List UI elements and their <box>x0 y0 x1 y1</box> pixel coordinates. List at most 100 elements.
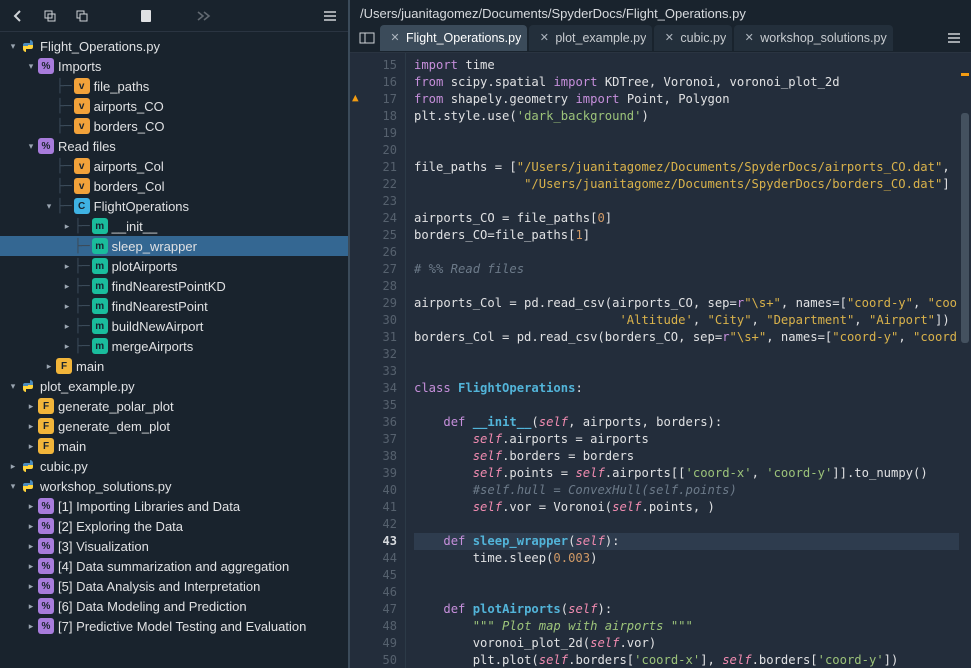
outline-item[interactable]: ▾ workshop_solutions.py <box>0 476 348 496</box>
chevron-right-icon[interactable]: ▸ <box>24 519 38 533</box>
code-line[interactable]: from scipy.spatial import KDTree, Vorono… <box>414 74 959 91</box>
collapse-icon[interactable] <box>68 4 96 28</box>
outline-item[interactable]: ▸├─mplotAirports <box>0 256 348 276</box>
code-line[interactable]: import time <box>414 57 959 74</box>
code-line[interactable]: plt.style.use('dark_background') <box>414 108 959 125</box>
outline-item[interactable]: ▸Fgenerate_dem_plot <box>0 416 348 436</box>
chevron-down-icon[interactable]: ▾ <box>6 479 20 493</box>
scrollbar[interactable] <box>959 53 971 668</box>
tabbar-menu-icon[interactable] <box>941 26 967 50</box>
code-line[interactable]: def plotAirports(self): <box>414 601 959 618</box>
outline-item[interactable]: ├─vfile_paths <box>0 76 348 96</box>
outline-item[interactable]: ▸Fmain <box>0 356 348 376</box>
code-line[interactable]: time.sleep(0.003) <box>414 550 959 567</box>
chevron-right-icon[interactable]: ▸ <box>60 299 74 313</box>
code-line[interactable] <box>414 346 959 363</box>
code-line[interactable] <box>414 363 959 380</box>
code-line[interactable] <box>414 142 959 159</box>
outline-item[interactable]: ▾├─CFlightOperations <box>0 196 348 216</box>
back-icon[interactable] <box>4 4 32 28</box>
outline-item[interactable]: ▾%Imports <box>0 56 348 76</box>
code-line[interactable]: def sleep_wrapper(self): <box>414 533 959 550</box>
code-editor[interactable]: ▲ 15161718192021222324252627282930313233… <box>350 53 971 668</box>
chevron-right-icon[interactable]: ▸ <box>24 399 38 413</box>
close-icon[interactable]: ✕ <box>662 31 676 45</box>
outline-item[interactable]: ├─msleep_wrapper <box>0 236 348 256</box>
chevron-down-icon[interactable]: ▾ <box>42 199 56 213</box>
chevron-right-icon[interactable]: ▸ <box>24 619 38 633</box>
chevron-right-icon[interactable]: ▸ <box>42 359 56 373</box>
close-icon[interactable]: ✕ <box>537 31 551 45</box>
chevron-right-icon[interactable]: ▸ <box>24 579 38 593</box>
chevron-down-icon[interactable]: ▾ <box>24 59 38 73</box>
outline-item[interactable]: ▾%Read files <box>0 136 348 156</box>
code-line[interactable]: self.airports = airports <box>414 431 959 448</box>
outline-item[interactable]: ▸%[5] Data Analysis and Interpretation <box>0 576 348 596</box>
code-line[interactable]: file_paths = ["/Users/juanitagomez/Docum… <box>414 159 959 176</box>
outline-item[interactable]: ▸%[4] Data summarization and aggregation <box>0 556 348 576</box>
forward-icon[interactable] <box>190 4 218 28</box>
code-line[interactable]: self.points = self.airports[['coord-x', … <box>414 465 959 482</box>
code-line[interactable]: borders_Col = pd.read_csv(borders_CO, se… <box>414 329 959 346</box>
outline-item[interactable]: ├─vborders_Col <box>0 176 348 196</box>
outline-item[interactable]: ├─vairports_Col <box>0 156 348 176</box>
code-line[interactable]: """ Plot map with airports """ <box>414 618 959 635</box>
chevron-right-icon[interactable]: ▸ <box>24 559 38 573</box>
close-icon[interactable]: ✕ <box>742 31 756 45</box>
outline-item[interactable]: ├─vborders_CO <box>0 116 348 136</box>
code-line[interactable]: #self.hull = ConvexHull(self.points) <box>414 482 959 499</box>
code-line[interactable]: "/Users/juanitagomez/Documents/SpyderDoc… <box>414 176 959 193</box>
code-line[interactable]: self.vor = Voronoi(self.points, ) <box>414 499 959 516</box>
code-line[interactable] <box>414 125 959 142</box>
close-icon[interactable]: ✕ <box>388 31 402 45</box>
chevron-down-icon[interactable]: ▾ <box>6 379 20 393</box>
copy-icon[interactable] <box>36 4 64 28</box>
code-line[interactable]: # %% Read files <box>414 261 959 278</box>
chevron-right-icon[interactable]: ▸ <box>24 599 38 613</box>
outline-item[interactable]: ▾ Flight_Operations.py <box>0 36 348 56</box>
code-line[interactable]: airports_CO = file_paths[0] <box>414 210 959 227</box>
outline-item[interactable]: ▸├─mbuildNewAirport <box>0 316 348 336</box>
outline-item[interactable]: ▸%[2] Exploring the Data <box>0 516 348 536</box>
code-line[interactable] <box>414 567 959 584</box>
split-panel-icon[interactable] <box>354 26 380 50</box>
chevron-right-icon[interactable]: ▸ <box>24 499 38 513</box>
code-line[interactable] <box>414 584 959 601</box>
code-line[interactable]: self.borders = borders <box>414 448 959 465</box>
outline-item[interactable]: ▸├─mfindNearestPoint <box>0 296 348 316</box>
outline-item[interactable]: ▸├─m__init__ <box>0 216 348 236</box>
editor-tab[interactable]: ✕plot_example.py <box>529 25 652 51</box>
code-body[interactable]: import timefrom scipy.spatial import KDT… <box>406 53 959 668</box>
chevron-right-icon[interactable]: ▸ <box>24 439 38 453</box>
outline-item[interactable]: ▸Fgenerate_polar_plot <box>0 396 348 416</box>
outline-tree[interactable]: ▾ Flight_Operations.py▾%Imports├─vfile_p… <box>0 32 348 668</box>
file-icon[interactable] <box>132 4 160 28</box>
code-line[interactable] <box>414 244 959 261</box>
chevron-right-icon[interactable]: ▸ <box>24 419 38 433</box>
outline-item[interactable]: ▾ plot_example.py <box>0 376 348 396</box>
chevron-right-icon[interactable]: ▸ <box>60 339 74 353</box>
chevron-right-icon[interactable]: ▸ <box>6 459 20 473</box>
editor-tab[interactable]: ✕cubic.py <box>654 25 732 51</box>
chevron-right-icon[interactable]: ▸ <box>24 539 38 553</box>
code-line[interactable]: voronoi_plot_2d(self.vor) <box>414 635 959 652</box>
code-line[interactable] <box>414 397 959 414</box>
outline-item[interactable]: ▸%[1] Importing Libraries and Data <box>0 496 348 516</box>
chevron-down-icon[interactable]: ▾ <box>24 139 38 153</box>
code-line[interactable]: class FlightOperations: <box>414 380 959 397</box>
chevron-right-icon[interactable]: ▸ <box>60 259 74 273</box>
code-line[interactable]: def __init__(self, airports, borders): <box>414 414 959 431</box>
chevron-right-icon[interactable]: ▸ <box>60 279 74 293</box>
outline-item[interactable]: ▸ cubic.py <box>0 456 348 476</box>
outline-item[interactable]: ▸├─mfindNearestPointKD <box>0 276 348 296</box>
chevron-right-icon[interactable]: ▸ <box>60 219 74 233</box>
code-line[interactable]: airports_Col = pd.read_csv(airports_CO, … <box>414 295 959 312</box>
code-line[interactable]: from shapely.geometry import Point, Poly… <box>414 91 959 108</box>
outline-item[interactable]: ▸%[7] Predictive Model Testing and Evalu… <box>0 616 348 636</box>
code-line[interactable] <box>414 516 959 533</box>
chevron-down-icon[interactable]: ▾ <box>6 39 20 53</box>
code-line[interactable] <box>414 278 959 295</box>
outline-item[interactable]: ▸Fmain <box>0 436 348 456</box>
chevron-right-icon[interactable]: ▸ <box>60 319 74 333</box>
outline-item[interactable]: ├─vairports_CO <box>0 96 348 116</box>
